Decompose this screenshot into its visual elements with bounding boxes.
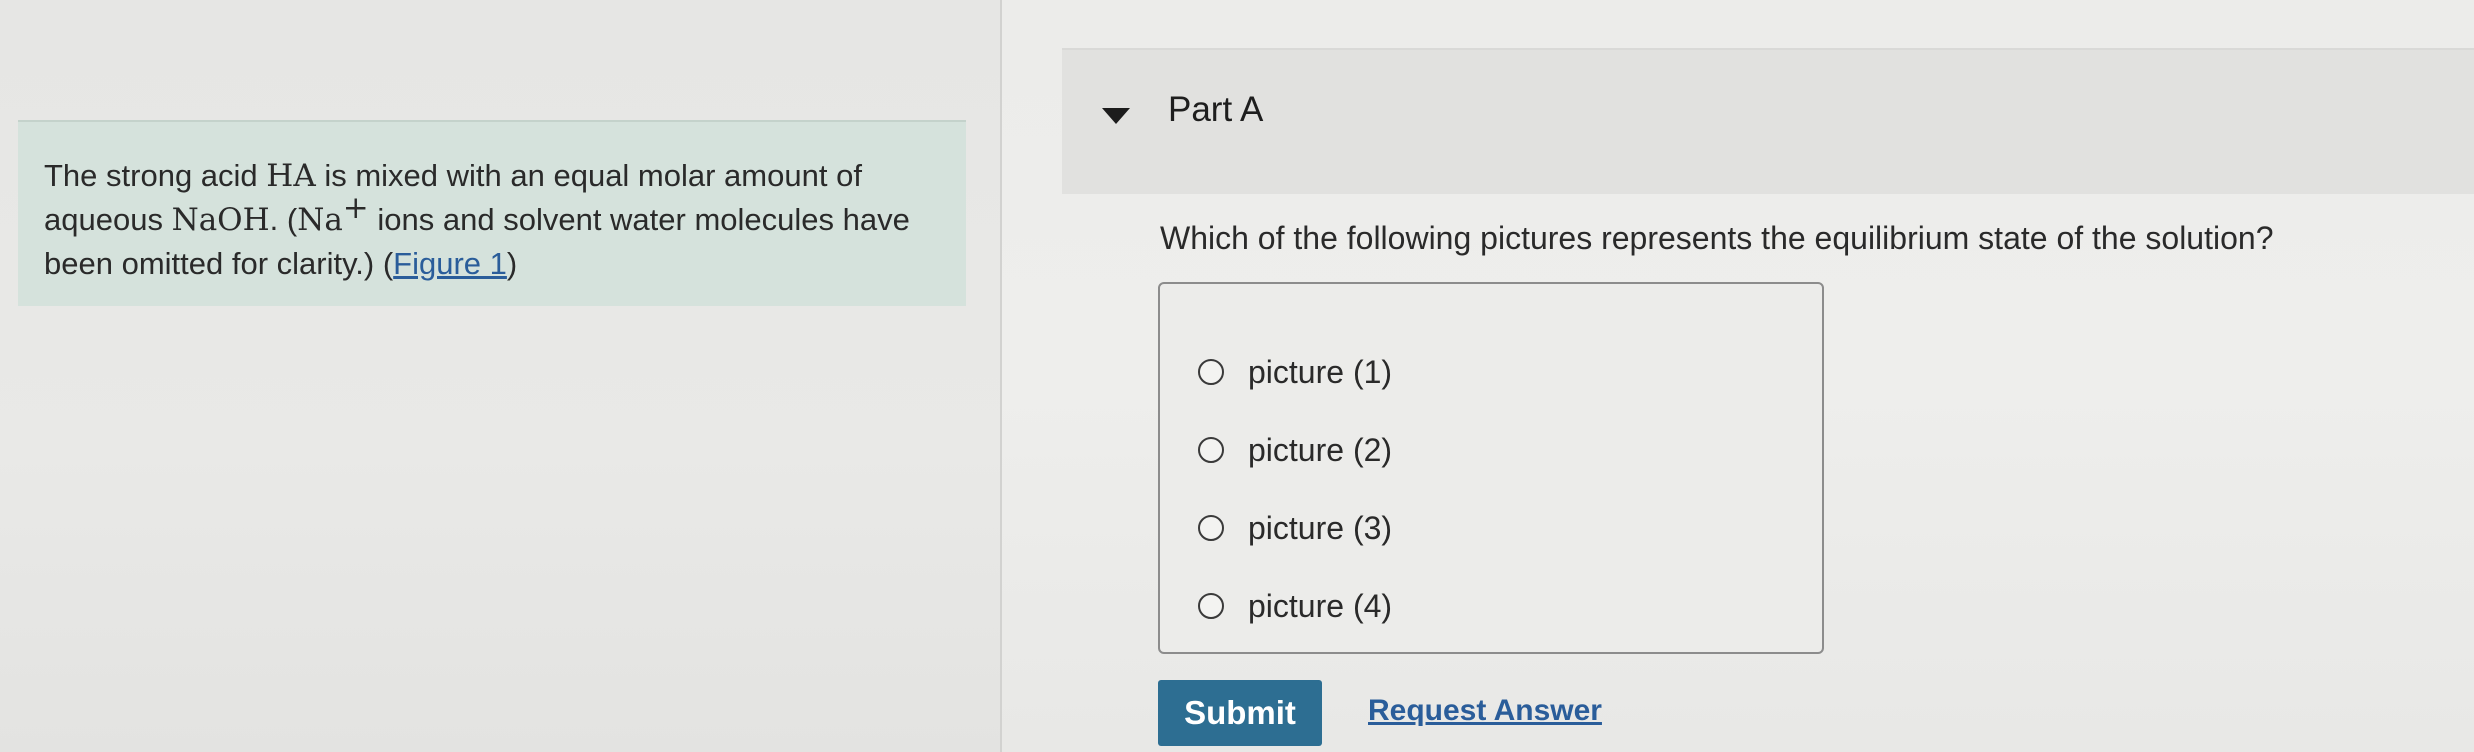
- part-a-header[interactable]: Part A: [1062, 48, 2474, 194]
- option-label: picture (1): [1248, 353, 1393, 390]
- submit-button[interactable]: Submit: [1158, 680, 1322, 746]
- part-title: Part A: [1168, 90, 1264, 129]
- math-ha: HA: [266, 158, 316, 194]
- problem-statement: The strong acid HA is mixed with an equa…: [18, 120, 966, 306]
- question-text: Which of the following pictures represen…: [1160, 220, 2274, 256]
- option-picture-3[interactable]: picture (3): [1198, 506, 1392, 550]
- figure-link[interactable]: Figure 1: [393, 246, 507, 281]
- problem-text: . (: [269, 202, 298, 237]
- radio-button[interactable]: [1198, 593, 1224, 619]
- math-na: Na: [297, 202, 343, 238]
- math-na-charge: +: [342, 190, 369, 226]
- answer-options: picture (1) picture (2) picture (3) pict…: [1158, 282, 1824, 654]
- option-picture-4[interactable]: picture (4): [1198, 584, 1392, 628]
- math-naoh: NaOH: [171, 202, 270, 238]
- option-label: picture (2): [1248, 431, 1393, 468]
- option-picture-2[interactable]: picture (2): [1198, 428, 1392, 472]
- option-picture-1[interactable]: picture (1): [1198, 350, 1392, 394]
- radio-button[interactable]: [1198, 437, 1224, 463]
- option-label: picture (4): [1248, 587, 1393, 624]
- problem-text: The strong acid: [44, 158, 267, 193]
- radio-button[interactable]: [1198, 515, 1224, 541]
- option-label: picture (3): [1248, 509, 1393, 546]
- request-answer-link[interactable]: Request Answer: [1368, 694, 1602, 728]
- caret-down-icon[interactable]: [1102, 108, 1130, 124]
- problem-pane: The strong acid HA is mixed with an equa…: [0, 0, 1000, 752]
- radio-button[interactable]: [1198, 359, 1224, 385]
- problem-text: ): [506, 246, 518, 281]
